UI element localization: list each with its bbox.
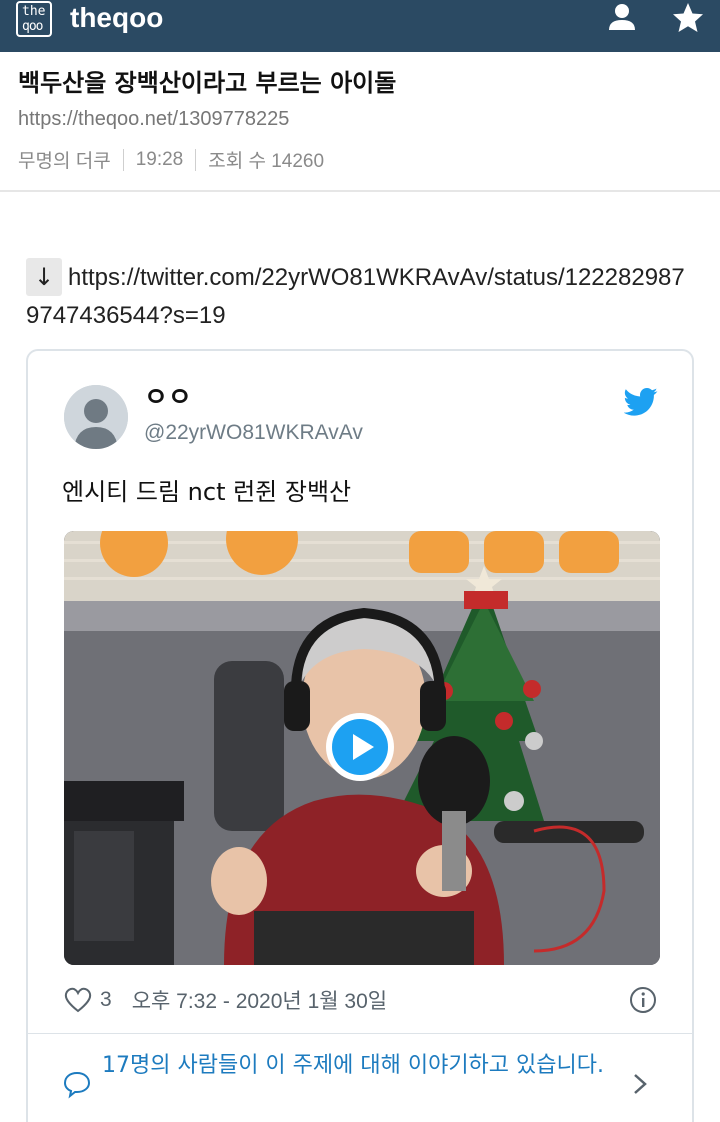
post-time: 19:28: [135, 148, 184, 170]
avatar[interactable]: [64, 385, 128, 449]
comment-bubble-icon: [63, 1071, 91, 1099]
theqoo-logo[interactable]: the qoo: [16, 1, 52, 37]
article-title: 백두산을 장백산이라고 부르는 아이돌: [18, 69, 397, 97]
view-count: 조회 수 14260: [208, 151, 325, 172]
user-icon[interactable]: [604, 0, 640, 36]
logo-line2: qoo: [22, 19, 44, 34]
tweet-video[interactable]: [64, 531, 660, 965]
play-button[interactable]: [326, 713, 394, 781]
tweet-display-name[interactable]: ㅇㅇ: [144, 381, 192, 415]
author: 무명의 더쿠: [18, 151, 111, 172]
brand-name[interactable]: theqoo: [70, 2, 163, 34]
article-url[interactable]: https://theqoo.net/1309778225: [18, 108, 289, 131]
meta-separator: [122, 148, 124, 171]
star-icon[interactable]: [670, 0, 706, 36]
default-avatar-icon: [64, 385, 128, 449]
down-arrow-icon: ↓: [26, 258, 62, 296]
tweet-footer: 3 오후 7:32 - 2020년 1월 30일: [64, 983, 664, 1017]
logo-line1: the: [22, 4, 46, 19]
tweet-handle[interactable]: @22yrWO81WKRAvAv: [144, 421, 363, 445]
twitter-bird-icon[interactable]: [624, 387, 658, 417]
article-meta: 무명의 더쿠 19:28 조회 수 14260: [18, 146, 324, 173]
twitter-link-text[interactable]: https://twitter.com/22yrWO81WKRAvAv/stat…: [26, 264, 685, 329]
discussion-link[interactable]: 17명의 사람들이 이 주제에 대해 이야기하고 있습니다.: [62, 1049, 662, 1122]
twitter-link[interactable]: ↓ https://twitter.com/22yrWO81WKRAvAv/sta…: [26, 258, 696, 335]
tweet-text: 엔시티 드림 nct 런쥔 장백산: [62, 478, 352, 506]
like-count: 3: [100, 988, 112, 1011]
heart-icon[interactable]: [64, 987, 92, 1013]
header-divider: [0, 190, 720, 192]
tweet-card[interactable]: ㅇㅇ @22yrWO81WKRAvAv 엔시티 드림 nct 런쥔 장백산 3 …: [26, 349, 694, 1122]
tweet-timestamp[interactable]: 오후 7:32 - 2020년 1월 30일: [132, 985, 387, 1015]
card-divider: [28, 1033, 692, 1034]
chevron-right-icon[interactable]: [630, 1069, 650, 1099]
play-icon: [332, 719, 388, 775]
info-icon[interactable]: [628, 985, 658, 1015]
meta-separator: [195, 148, 197, 171]
discussion-text[interactable]: 17명의 사람들이 이 주제에 대해 이야기하고 있습니다.: [102, 1049, 612, 1083]
top-bar: the qoo theqoo: [0, 0, 720, 52]
